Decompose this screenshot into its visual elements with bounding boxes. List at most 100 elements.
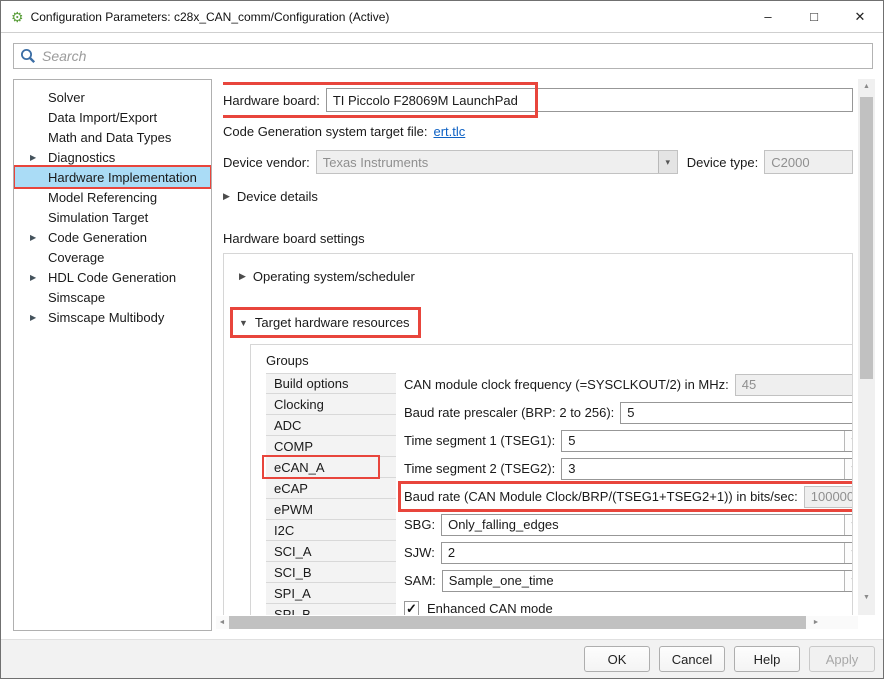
tseg1-dropdown[interactable]: 5▾ <box>561 430 852 452</box>
sidebar-item-label: Code Generation <box>48 230 147 245</box>
chevron-down-icon[interactable]: ▾ <box>844 459 852 479</box>
group-item-sci-b[interactable]: SCI_B <box>266 562 396 583</box>
tseg2-row: Time segment 2 (TSEG2): 3▾ <box>404 457 852 480</box>
can-clock-frequency-row: CAN module clock frequency (=SYSCLKOUT/2… <box>404 373 852 396</box>
sidebar-item-coverage[interactable]: Coverage <box>14 247 211 267</box>
chevron-down-icon[interactable]: ▾ <box>844 571 852 591</box>
device-vendor-value: Texas Instruments <box>317 155 658 170</box>
sidebar-item-hardware-implementation[interactable]: Hardware Implementation <box>14 167 211 187</box>
scroll-right-icon[interactable]: ► <box>810 619 822 626</box>
sidebar-item-data-import-export[interactable]: Data Import/Export <box>14 107 211 127</box>
horizontal-scrollbar-thumb[interactable] <box>229 616 806 629</box>
target-hardware-resources-expander[interactable]: ▼ Target hardware resources <box>239 315 410 330</box>
help-button[interactable]: Help <box>734 646 800 672</box>
sidebar-item-simscape-multibody[interactable]: ▶Simscape Multibody <box>14 307 211 327</box>
minimize-button[interactable]: – <box>745 1 791 32</box>
sidebar-item-simscape[interactable]: Simscape <box>14 287 211 307</box>
group-item-comp[interactable]: COMP <box>266 436 396 457</box>
sam-dropdown[interactable]: Sample_one_time▾ <box>442 570 852 592</box>
baud-rate-prescaler-field[interactable]: 5 <box>620 402 852 424</box>
group-item-label: I2C <box>274 523 294 538</box>
target-hardware-resources-panel: Groups Build options Clocking ADC COMP e… <box>250 344 852 615</box>
sidebar-item-label: Data Import/Export <box>48 110 157 125</box>
device-details-expander[interactable]: ▶ Device details <box>223 188 853 204</box>
tseg1-label: Time segment 1 (TSEG1): <box>404 433 555 448</box>
group-item-label: Clocking <box>274 397 324 412</box>
group-item-build-options[interactable]: Build options <box>266 373 396 394</box>
group-item-label: eCAN_A <box>274 460 325 475</box>
hardware-board-combobox[interactable]: TI Piccolo F28069M LaunchPad <box>326 88 853 112</box>
sidebar-item-solver[interactable]: Solver <box>14 87 211 107</box>
chevron-right-icon[interactable]: ▶ <box>30 313 48 322</box>
ecan-a-settings: CAN module clock frequency (=SYSCLKOUT/2… <box>396 373 852 615</box>
group-item-i2c[interactable]: I2C <box>266 520 396 541</box>
vertical-scrollbar-thumb[interactable] <box>860 97 873 379</box>
group-item-sci-a[interactable]: SCI_A <box>266 541 396 562</box>
ert-tlc-link[interactable]: ert.tlc <box>434 124 466 139</box>
scroll-down-icon[interactable]: ▼ <box>858 594 875 601</box>
group-item-ecap[interactable]: eCAP <box>266 478 396 499</box>
can-clock-frequency-value: 45 <box>736 377 852 392</box>
os-scheduler-expander[interactable]: ▶ Operating system/scheduler <box>239 269 852 284</box>
tseg2-label: Time segment 2 (TSEG2): <box>404 461 555 476</box>
can-clock-frequency-label: CAN module clock frequency (=SYSCLKOUT/2… <box>404 377 729 392</box>
tseg2-dropdown[interactable]: 3▾ <box>561 458 852 480</box>
chevron-down-icon[interactable]: ▾ <box>844 515 852 535</box>
sidebar-item-diagnostics[interactable]: ▶Diagnostics <box>14 147 211 167</box>
sidebar-item-label: Diagnostics <box>48 150 115 165</box>
maximize-button[interactable]: □ <box>791 1 837 32</box>
chevron-right-icon: ▶ <box>239 271 246 282</box>
check-icon: ✓ <box>406 602 417 615</box>
os-scheduler-label: Operating system/scheduler <box>253 269 415 284</box>
target-hardware-resources-row: ▼ Target hardware resources <box>239 315 852 330</box>
sidebar-item-label: Model Referencing <box>48 190 157 205</box>
group-item-ecan-a[interactable]: eCAN_A <box>266 457 396 478</box>
device-type-field: C2000 <box>764 150 853 174</box>
group-item-adc[interactable]: ADC <box>266 415 396 436</box>
group-item-clocking[interactable]: Clocking <box>266 394 396 415</box>
sidebar-item-code-generation[interactable]: ▶Code Generation <box>14 227 211 247</box>
hardware-board-label: Hardware board: <box>223 93 320 108</box>
group-item-spi-b[interactable]: SPI_B <box>266 604 396 615</box>
sbg-dropdown[interactable]: Only_falling_edges▾ <box>441 514 852 536</box>
group-item-label: SCI_B <box>274 565 312 580</box>
group-item-label: COMP <box>274 439 313 454</box>
configuration-parameters-dialog: ⚙ Configuration Parameters: c28x_CAN_com… <box>0 0 884 679</box>
enhanced-can-mode-row: ✓ Enhanced CAN mode <box>404 597 852 615</box>
sjw-dropdown[interactable]: 2▾ <box>441 542 852 564</box>
sidebar-item-hdl-code-generation[interactable]: ▶HDL Code Generation <box>14 267 211 287</box>
system-target-file-row: Code Generation system target file: ert.… <box>223 122 853 140</box>
baud-rate-field: 100000 <box>804 486 852 508</box>
sidebar-item-label: Simulation Target <box>48 210 148 225</box>
search-input[interactable] <box>42 48 866 64</box>
window-controls: – □ ✕ <box>745 1 883 32</box>
target-hardware-resources-label: Target hardware resources <box>255 315 410 330</box>
chevron-down-icon[interactable]: ▾ <box>844 543 852 563</box>
chevron-down-icon[interactable]: ▾ <box>844 431 852 451</box>
sjw-value: 2 <box>442 545 844 560</box>
horizontal-scrollbar[interactable]: ◄ ► <box>216 616 858 629</box>
sidebar-item-label: Simscape Multibody <box>48 310 164 325</box>
enhanced-can-mode-checkbox[interactable]: ✓ <box>404 601 419 616</box>
vertical-scrollbar[interactable]: ▲ ▼ <box>858 79 875 615</box>
group-item-spi-a[interactable]: SPI_A <box>266 583 396 604</box>
sidebar-item-model-referencing[interactable]: Model Referencing <box>14 187 211 207</box>
sidebar-item-math-and-data-types[interactable]: Math and Data Types <box>14 127 211 147</box>
search-bar[interactable] <box>13 43 873 69</box>
cancel-button[interactable]: Cancel <box>659 646 725 672</box>
tseg1-value: 5 <box>562 433 844 448</box>
chevron-right-icon[interactable]: ▶ <box>30 273 48 282</box>
hardware-board-value: TI Piccolo F28069M LaunchPad <box>327 93 852 108</box>
scroll-left-icon[interactable]: ◄ <box>216 619 228 626</box>
group-item-epwm[interactable]: ePWM <box>266 499 396 520</box>
chevron-right-icon[interactable]: ▶ <box>30 153 48 162</box>
baud-rate-value: 100000 <box>805 489 852 504</box>
ok-button[interactable]: OK <box>584 646 650 672</box>
close-button[interactable]: ✕ <box>837 1 883 32</box>
scroll-up-icon[interactable]: ▲ <box>858 83 875 90</box>
chevron-right-icon[interactable]: ▶ <box>30 233 48 242</box>
sidebar-item-label: Solver <box>48 90 85 105</box>
device-type-label: Device type: <box>687 155 759 170</box>
baud-rate-prescaler-value: 5 <box>621 405 852 420</box>
sidebar-item-simulation-target[interactable]: Simulation Target <box>14 207 211 227</box>
